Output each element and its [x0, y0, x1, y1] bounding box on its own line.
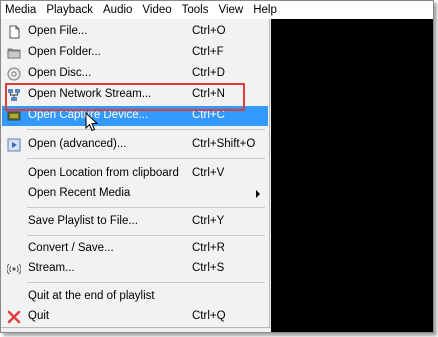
menu-item-stream[interactable]: Stream... Ctrl+S: [2, 259, 268, 279]
menu-item-open-disc[interactable]: Open Disc... Ctrl+D: [2, 64, 268, 84]
menu-video[interactable]: Video: [137, 1, 176, 19]
menu-separator: [27, 207, 265, 208]
menu-item-label: Save Playlist to File...: [28, 215, 138, 227]
menu-separator: [27, 235, 265, 236]
menu-item-label: Stream...: [28, 262, 75, 274]
submenu-arrow-icon: [256, 190, 260, 198]
menu-item-shortcut: Ctrl+S: [192, 262, 225, 274]
menu-item-shortcut: Ctrl+Y: [192, 215, 225, 227]
menu-item-open-folder[interactable]: Open Folder... Ctrl+F: [2, 43, 268, 63]
annotation-highlight-box: [5, 83, 245, 111]
menu-item-label: Convert / Save...: [28, 242, 114, 254]
folder-icon: [7, 48, 21, 59]
menu-separator: [27, 282, 265, 283]
menu-item-convert-save[interactable]: Convert / Save... Ctrl+R: [2, 239, 268, 259]
menu-separator: [27, 129, 265, 130]
video-area: [271, 19, 433, 332]
capture-device-icon: [7, 111, 21, 121]
menu-item-shortcut: Ctrl+V: [192, 167, 225, 179]
mouse-cursor-icon: [85, 112, 99, 132]
menubar: Media Playback Audio Video Tools View He…: [1, 1, 433, 19]
menu-item-label: Open Disc...: [28, 67, 92, 79]
menu-media[interactable]: Media: [1, 1, 41, 19]
menu-item-shortcut: Ctrl+F: [192, 46, 224, 58]
menu-item-label: Open Location from clipboard: [28, 167, 179, 179]
vlc-window: Media Playback Audio Video Tools View He…: [0, 0, 434, 333]
menu-item-label: Open File...: [28, 25, 88, 37]
menu-item-shortcut: Ctrl+D: [192, 67, 225, 79]
menu-item-open-file[interactable]: Open File... Ctrl+O: [2, 22, 268, 42]
menu-item-shortcut: Ctrl+O: [192, 25, 226, 37]
quit-icon: [7, 310, 21, 324]
menu-tools[interactable]: Tools: [177, 1, 214, 19]
stream-icon: [7, 263, 21, 275]
menu-item-quit[interactable]: Quit Ctrl+Q: [2, 307, 268, 327]
menu-audio[interactable]: Audio: [98, 1, 137, 19]
menu-item-shortcut: Ctrl+R: [192, 242, 225, 254]
menu-separator: [27, 158, 265, 159]
menu-playback[interactable]: Playback: [41, 1, 98, 19]
menu-item-open-location-clipboard[interactable]: Open Location from clipboard Ctrl+V: [2, 164, 268, 184]
menu-help[interactable]: Help: [248, 1, 282, 19]
menu-item-label: Open Folder...: [28, 46, 101, 58]
menu-item-shortcut: Ctrl+Q: [192, 310, 226, 322]
file-icon: [9, 25, 20, 39]
menu-item-label: Open Recent Media: [28, 187, 131, 199]
advanced-open-icon: [7, 138, 21, 152]
menu-item-label: Quit at the end of playlist: [28, 290, 155, 302]
menu-view[interactable]: View: [214, 1, 249, 19]
menu-item-open-advanced[interactable]: Open (advanced)... Ctrl+Shift+O: [2, 135, 268, 155]
menu-item-label: Quit: [28, 310, 50, 322]
menu-item-label: Open (advanced)...: [28, 138, 127, 150]
menu-item-open-recent-media[interactable]: Open Recent Media: [2, 184, 268, 204]
menu-item-shortcut: Ctrl+Shift+O: [192, 138, 256, 150]
menu-item-quit-end-of-playlist[interactable]: Quit at the end of playlist: [2, 287, 268, 307]
menu-item-save-playlist[interactable]: Save Playlist to File... Ctrl+Y: [2, 212, 268, 232]
disc-icon: [7, 67, 21, 81]
media-dropdown-menu: Open File... Ctrl+O Open Folder... Ctrl+…: [1, 19, 270, 328]
